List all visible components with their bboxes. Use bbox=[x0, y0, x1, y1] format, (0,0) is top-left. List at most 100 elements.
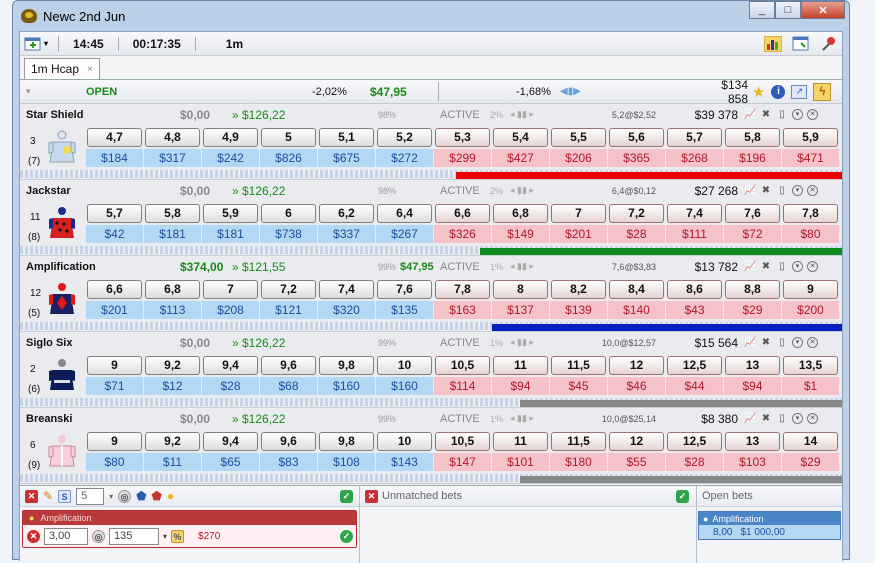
confirm-bet-icon[interactable]: ✓ bbox=[340, 529, 353, 543]
back-price-button[interactable]: 9,6 bbox=[261, 432, 316, 451]
lay-price-button[interactable]: 9 bbox=[783, 280, 838, 299]
back-cell[interactable]: 10 $160 bbox=[376, 356, 433, 395]
maximize-button[interactable]: □ bbox=[775, 1, 801, 19]
lay-cell[interactable]: 5,5 $206 bbox=[550, 128, 607, 167]
lay-cell[interactable]: 10,5 $147 bbox=[434, 432, 491, 471]
back-cell[interactable]: 7,6 $135 bbox=[376, 280, 433, 319]
lay-cell[interactable]: 8,2 $139 bbox=[550, 280, 607, 319]
lay-cell[interactable]: 13 $103 bbox=[724, 432, 781, 471]
ladder-icon[interactable]: ▯ bbox=[776, 337, 788, 349]
back-cell[interactable]: 9,2 $11 bbox=[144, 432, 201, 471]
back-price-button[interactable]: 7,2 bbox=[261, 280, 316, 299]
lay-cell[interactable]: 11,5 $45 bbox=[550, 356, 607, 395]
tools-icon[interactable]: ✖ bbox=[760, 109, 772, 121]
lay-cell[interactable]: 5,4 $427 bbox=[492, 128, 549, 167]
lay-price-button[interactable]: 8 bbox=[493, 280, 548, 299]
back-cell[interactable]: 6,6 $201 bbox=[86, 280, 143, 319]
close-runner-icon[interactable]: ✕ bbox=[807, 109, 818, 120]
back-price-button[interactable]: 10 bbox=[377, 432, 432, 451]
reset-icon[interactable]: ◎ bbox=[92, 529, 105, 543]
mini-arrows-icon[interactable]: ◂ ▮▮ ▸ bbox=[510, 337, 534, 348]
lay-cell[interactable]: 12 $55 bbox=[608, 432, 665, 471]
back-price-button[interactable]: 4,8 bbox=[145, 128, 200, 147]
lay-cell[interactable]: 7,2 $28 bbox=[608, 204, 665, 243]
lay-cell[interactable]: 8,6 $43 bbox=[666, 280, 723, 319]
percent-icon[interactable]: % bbox=[171, 529, 185, 543]
lay-cell[interactable]: 7,8 $163 bbox=[434, 280, 491, 319]
lay-price-button[interactable]: 5,4 bbox=[493, 128, 548, 147]
ladder-icon[interactable]: ▯ bbox=[776, 261, 788, 273]
back-cell[interactable]: 4,8 $317 bbox=[144, 128, 201, 167]
chart-icon[interactable]: 📈 bbox=[744, 337, 756, 349]
dropdown-icon[interactable]: ▾ bbox=[792, 109, 803, 120]
lay-price-button[interactable]: 5,7 bbox=[667, 128, 722, 147]
lay-cell[interactable]: 8 $137 bbox=[492, 280, 549, 319]
lay-price-button[interactable]: 8,8 bbox=[725, 280, 780, 299]
lay-price-button[interactable]: 13 bbox=[725, 356, 780, 375]
lay-cell[interactable]: 12,5 $28 bbox=[666, 432, 723, 471]
lay-price-button[interactable]: 7,6 bbox=[725, 204, 780, 223]
back-cell[interactable]: 5,8 $181 bbox=[144, 204, 201, 243]
lay-cell[interactable]: 5,6 $365 bbox=[608, 128, 665, 167]
back-price-button[interactable]: 6,4 bbox=[377, 204, 432, 223]
hammer-icon[interactable]: ✎ bbox=[43, 489, 53, 503]
lay-price-button[interactable]: 10,5 bbox=[435, 432, 490, 451]
lay-price-button[interactable]: 13 bbox=[725, 432, 780, 451]
chart-icon[interactable]: 📈 bbox=[744, 185, 756, 197]
lay-cell[interactable]: 10,5 $114 bbox=[434, 356, 491, 395]
tools-icon[interactable]: ✖ bbox=[760, 337, 772, 349]
back-cell[interactable]: 9 $80 bbox=[86, 432, 143, 471]
lay-price-button[interactable]: 5,9 bbox=[783, 128, 838, 147]
star-icon[interactable]: ★ bbox=[752, 83, 765, 101]
open-bet-entry[interactable]: ● Amplification 8,00 $1 000,00 bbox=[698, 511, 841, 540]
back-cell[interactable]: 9,2 $12 bbox=[144, 356, 201, 395]
lay-price-button[interactable]: 7 bbox=[551, 204, 606, 223]
back-cell[interactable]: 7,4 $320 bbox=[318, 280, 375, 319]
lay-cell[interactable]: 7,4 $111 bbox=[666, 204, 723, 243]
lay-price-button[interactable]: 7,2 bbox=[609, 204, 664, 223]
close-runner-icon[interactable]: ✕ bbox=[807, 261, 818, 272]
lay-price-button[interactable]: 6,8 bbox=[493, 204, 548, 223]
chart-icon[interactable]: 📈 bbox=[744, 109, 756, 121]
back-cell[interactable]: 7,2 $121 bbox=[260, 280, 317, 319]
lay-price-button[interactable]: 10,5 bbox=[435, 356, 490, 375]
ladder-icon[interactable]: ▯ bbox=[776, 185, 788, 197]
lay-cell[interactable]: 6,8 $149 bbox=[492, 204, 549, 243]
back-cell[interactable]: 5,7 $42 bbox=[86, 204, 143, 243]
back-cell[interactable]: 5,1 $675 bbox=[318, 128, 375, 167]
stake-steps-input[interactable]: 5 bbox=[76, 487, 105, 505]
lay-cell[interactable]: 7 $201 bbox=[550, 204, 607, 243]
back-price-button[interactable]: 6,6 bbox=[87, 280, 142, 299]
back-cell[interactable]: 4,7 $184 bbox=[86, 128, 143, 167]
lay-price-button[interactable]: 8,6 bbox=[667, 280, 722, 299]
ladder-icon[interactable]: ▯ bbox=[776, 413, 788, 425]
back-price-button[interactable]: 7 bbox=[203, 280, 258, 299]
back-cell[interactable]: 6 $738 bbox=[260, 204, 317, 243]
tab-close-icon[interactable]: × bbox=[87, 64, 93, 75]
back-cell[interactable]: 10 $143 bbox=[376, 432, 433, 471]
lay-cell[interactable]: 14 $29 bbox=[782, 432, 839, 471]
back-price-button[interactable]: 6,8 bbox=[145, 280, 200, 299]
shield-red-icon[interactable]: ⬟ bbox=[152, 489, 162, 503]
pin-icon[interactable] bbox=[820, 36, 838, 52]
lay-cell[interactable]: 7,6 $72 bbox=[724, 204, 781, 243]
lay-price-button[interactable]: 12 bbox=[609, 356, 664, 375]
lay-price-button[interactable]: 11 bbox=[493, 432, 548, 451]
reset-icon[interactable]: ◎ bbox=[118, 489, 132, 503]
back-price-button[interactable]: 5,9 bbox=[203, 204, 258, 223]
lay-price-button[interactable]: 5,8 bbox=[725, 128, 780, 147]
back-cell[interactable]: 9,8 $108 bbox=[318, 432, 375, 471]
tools-icon[interactable]: ✖ bbox=[760, 185, 772, 197]
back-cell[interactable]: 6,8 $113 bbox=[144, 280, 201, 319]
back-price-button[interactable]: 5,7 bbox=[87, 204, 142, 223]
lay-price-button[interactable]: 5,5 bbox=[551, 128, 606, 147]
chart-line-icon[interactable]: ↗ bbox=[791, 84, 808, 99]
lay-cell[interactable]: 11,5 $180 bbox=[550, 432, 607, 471]
lay-cell[interactable]: 6,6 $326 bbox=[434, 204, 491, 243]
back-price-button[interactable]: 7,6 bbox=[377, 280, 432, 299]
title-bar[interactable]: Newc 2nd Jun _ □ ✕ bbox=[13, 1, 849, 31]
lay-price-button[interactable]: 11,5 bbox=[551, 356, 606, 375]
lay-price-button[interactable]: 8,2 bbox=[551, 280, 606, 299]
lay-price-button[interactable]: 11 bbox=[493, 356, 548, 375]
back-price-button[interactable]: 6,2 bbox=[319, 204, 374, 223]
